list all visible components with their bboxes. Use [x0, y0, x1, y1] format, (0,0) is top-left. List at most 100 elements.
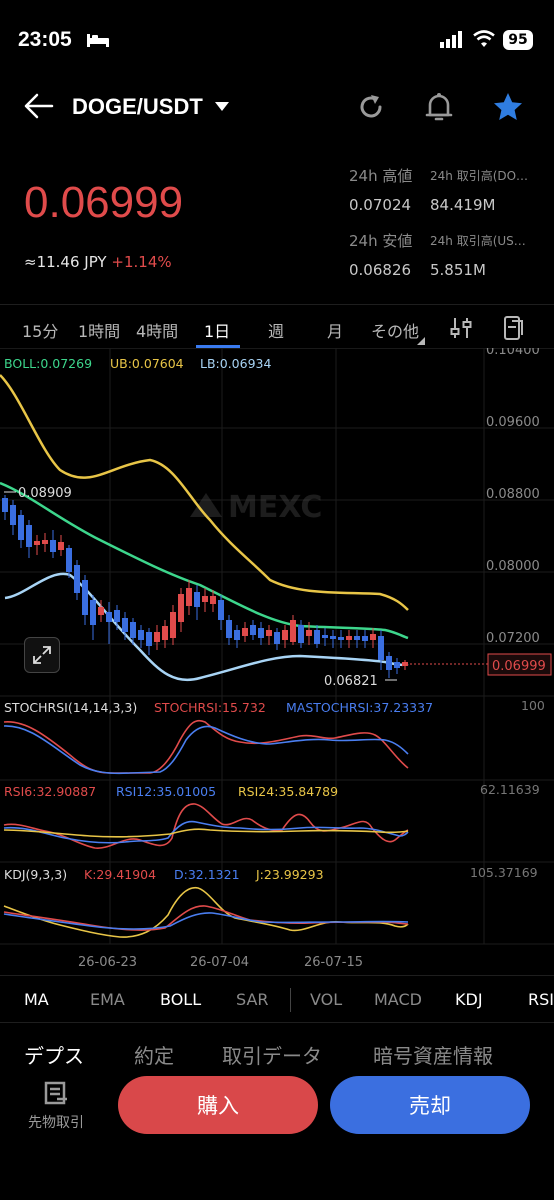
candle — [186, 588, 192, 606]
caret-down-icon — [214, 102, 229, 111]
y-tick: 0.09600 — [486, 415, 540, 430]
sell-button[interactable]: 売却 — [330, 1076, 530, 1134]
y-tick: 0.08000 — [486, 559, 540, 574]
low-value: 0.06826 — [349, 261, 412, 279]
indicator-rsi[interactable]: RSI — [528, 990, 554, 1009]
buy-button[interactable]: 購入 — [118, 1076, 318, 1134]
candle — [210, 596, 216, 604]
tab-asset-info[interactable]: 暗号資産情報 — [373, 1040, 493, 1069]
tab-4h[interactable]: 4時間 — [136, 318, 178, 342]
stochrsi-value: STOCHRSI:15.732 — [154, 700, 266, 715]
futures-icon — [44, 1081, 67, 1105]
futures-button[interactable]: 先物取引 — [18, 1080, 94, 1132]
rsi12-line — [3, 820, 409, 844]
rsi24-legend: RSI24:35.84789 — [238, 784, 338, 799]
tab-depth[interactable]: デプス — [24, 1040, 84, 1069]
indicator-vol[interactable]: VOL — [310, 990, 342, 1009]
candle — [162, 626, 168, 640]
candle — [2, 498, 8, 512]
candle — [306, 630, 312, 636]
indicator-sar[interactable]: SAR — [236, 990, 269, 1009]
battery-icon: 95 — [503, 30, 533, 50]
indicator-ma[interactable]: MA — [24, 990, 49, 1009]
candle — [114, 610, 120, 622]
rsi6-line — [3, 803, 409, 849]
vol-coin-value: 84.419M — [430, 196, 496, 214]
tab-week[interactable]: 週 — [268, 318, 284, 342]
x-tick: 26-06-23 — [78, 955, 137, 970]
candle — [378, 636, 384, 660]
x-tick: 26-07-15 — [304, 955, 363, 970]
indicator-ema[interactable]: EMA — [90, 990, 125, 1009]
tab-more[interactable]: その他 — [371, 318, 419, 342]
candle — [218, 600, 224, 620]
candle — [298, 625, 304, 643]
status-time: 23:05 — [18, 28, 72, 51]
mastochrsi-line — [3, 725, 409, 775]
candle — [66, 548, 72, 572]
candle — [282, 630, 288, 640]
candle — [354, 636, 360, 640]
tab-trades[interactable]: 約定 — [134, 1040, 174, 1069]
candle — [34, 541, 40, 545]
x-tick: 26-07-04 — [190, 955, 249, 970]
price-chart[interactable]: MEXC 0.10400 0.09600 0.08800 0.08000 0.0… — [0, 348, 554, 978]
signal-icon — [440, 30, 464, 52]
candle — [394, 662, 400, 668]
kdj-axis-max: 105.37169 — [470, 865, 538, 880]
candle — [10, 505, 16, 525]
rsi-axis-max: 62.11639 — [480, 782, 540, 797]
candle — [258, 628, 264, 638]
y-tick: 0.10400 — [486, 348, 540, 358]
candle — [82, 580, 88, 615]
vol-usdt-value: 5.851M — [430, 261, 486, 279]
layout-switch-icon[interactable] — [502, 314, 526, 346]
vol-usdt-label: 24h 取引高(US… — [430, 234, 526, 248]
indicator-settings-icon[interactable] — [450, 316, 472, 344]
price-change: +1.14% — [111, 253, 172, 271]
more-caret-icon — [417, 330, 425, 349]
futures-label: 先物取引 — [28, 1115, 84, 1131]
tab-trade-data[interactable]: 取引データ — [222, 1040, 322, 1069]
tab-1h[interactable]: 1時間 — [78, 318, 120, 342]
lb-legend: LB:0.06934 — [200, 356, 271, 371]
vol-coin-label: 24h 取引高(DO… — [430, 169, 529, 183]
rsi12-legend: RSI12:35.01005 — [116, 784, 216, 799]
favorite-star-icon[interactable] — [492, 91, 524, 127]
max-price-label: 0.08909 — [18, 486, 72, 501]
kdj-j-value: J:23.99293 — [255, 867, 324, 882]
pair-selector[interactable]: DOGE/USDT — [72, 94, 229, 120]
candle — [178, 594, 184, 622]
candle — [26, 525, 32, 547]
tab-15m[interactable]: 15分 — [22, 318, 58, 342]
candle — [242, 628, 248, 636]
candle — [330, 636, 336, 639]
candle — [90, 600, 96, 625]
stochrsi-legend: STOCHRSI(14,14,3,3) — [4, 700, 137, 715]
candle — [346, 636, 352, 640]
back-arrow-icon[interactable] — [22, 92, 54, 124]
bell-icon[interactable] — [424, 91, 454, 127]
candle — [202, 596, 208, 602]
tab-1d[interactable]: 1日 — [204, 318, 230, 342]
candle — [154, 632, 160, 642]
high-value: 0.07024 — [349, 196, 412, 214]
indicator-boll[interactable]: BOLL — [160, 990, 201, 1009]
refresh-icon[interactable] — [356, 92, 386, 126]
candle — [362, 636, 368, 641]
indicator-kdj[interactable]: KDJ — [455, 990, 483, 1009]
candle — [274, 632, 280, 644]
candle — [42, 540, 48, 544]
indicator-macd[interactable]: MACD — [374, 990, 422, 1009]
candle — [386, 656, 392, 670]
mastochrsi-value: MASTOCHRSI:37.23337 — [286, 700, 433, 715]
fullscreen-button[interactable] — [24, 637, 60, 673]
candle — [74, 565, 80, 593]
candle — [146, 632, 152, 646]
candle — [18, 515, 24, 540]
rsi24-line — [3, 828, 409, 838]
tab-month[interactable]: 月 — [327, 318, 343, 342]
candle — [138, 630, 144, 640]
sell-label: 売却 — [409, 1094, 451, 1118]
bed-icon — [86, 32, 110, 52]
